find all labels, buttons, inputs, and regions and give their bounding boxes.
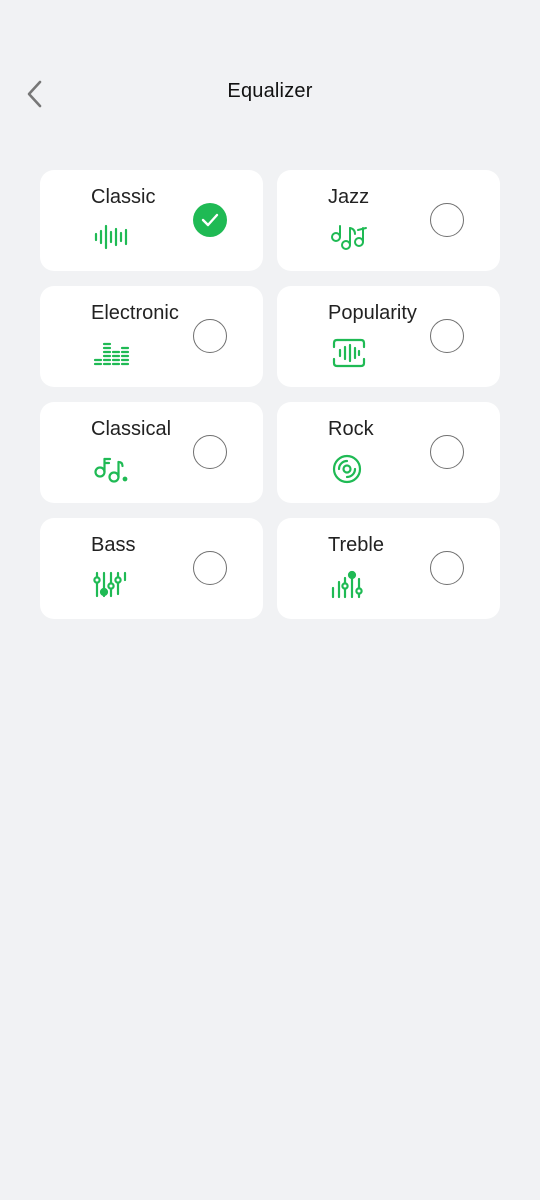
sliders-icon (93, 571, 127, 598)
preset-grid: Classic Jazz Electronic Popularity Class… (40, 170, 500, 619)
preset-radio[interactable] (430, 435, 464, 469)
preset-radio[interactable] (193, 551, 227, 585)
preset-radio[interactable] (430, 551, 464, 585)
vinyl-disc-icon (332, 454, 362, 484)
preset-radio[interactable] (193, 435, 227, 469)
preset-radio[interactable] (193, 319, 227, 353)
preset-card-classic[interactable]: Classic (40, 170, 263, 271)
preset-card-popularity[interactable]: Popularity (277, 286, 500, 387)
preset-card-classical[interactable]: Classical (40, 402, 263, 503)
preset-radio-selected[interactable] (193, 203, 227, 237)
preset-card-treble[interactable]: Treble (277, 518, 500, 619)
double-note-icon (94, 457, 128, 483)
preset-label: Classic (91, 186, 156, 208)
preset-card-rock[interactable]: Rock (277, 402, 500, 503)
preset-label: Rock (328, 418, 374, 440)
preset-label: Popularity (328, 302, 417, 324)
preset-radio[interactable] (430, 203, 464, 237)
audio-wave-frame-icon (332, 338, 366, 368)
waveform-icon (94, 224, 128, 250)
preset-label: Bass (91, 534, 136, 556)
header: Equalizer (0, 60, 540, 128)
preset-label: Electronic (91, 302, 179, 324)
music-notes-icon (331, 225, 367, 250)
preset-card-bass[interactable]: Bass (40, 518, 263, 619)
preset-card-electronic[interactable]: Electronic (40, 286, 263, 387)
sliders-up-icon (331, 570, 363, 599)
preset-label: Jazz (328, 186, 370, 208)
preset-label: Treble (328, 534, 384, 556)
equalizer-bars-icon (93, 342, 130, 366)
preset-card-jazz[interactable]: Jazz (277, 170, 500, 271)
preset-label: Classical (91, 418, 172, 440)
check-icon (201, 213, 219, 227)
preset-radio[interactable] (430, 319, 464, 353)
page-title: Equalizer (227, 80, 313, 102)
